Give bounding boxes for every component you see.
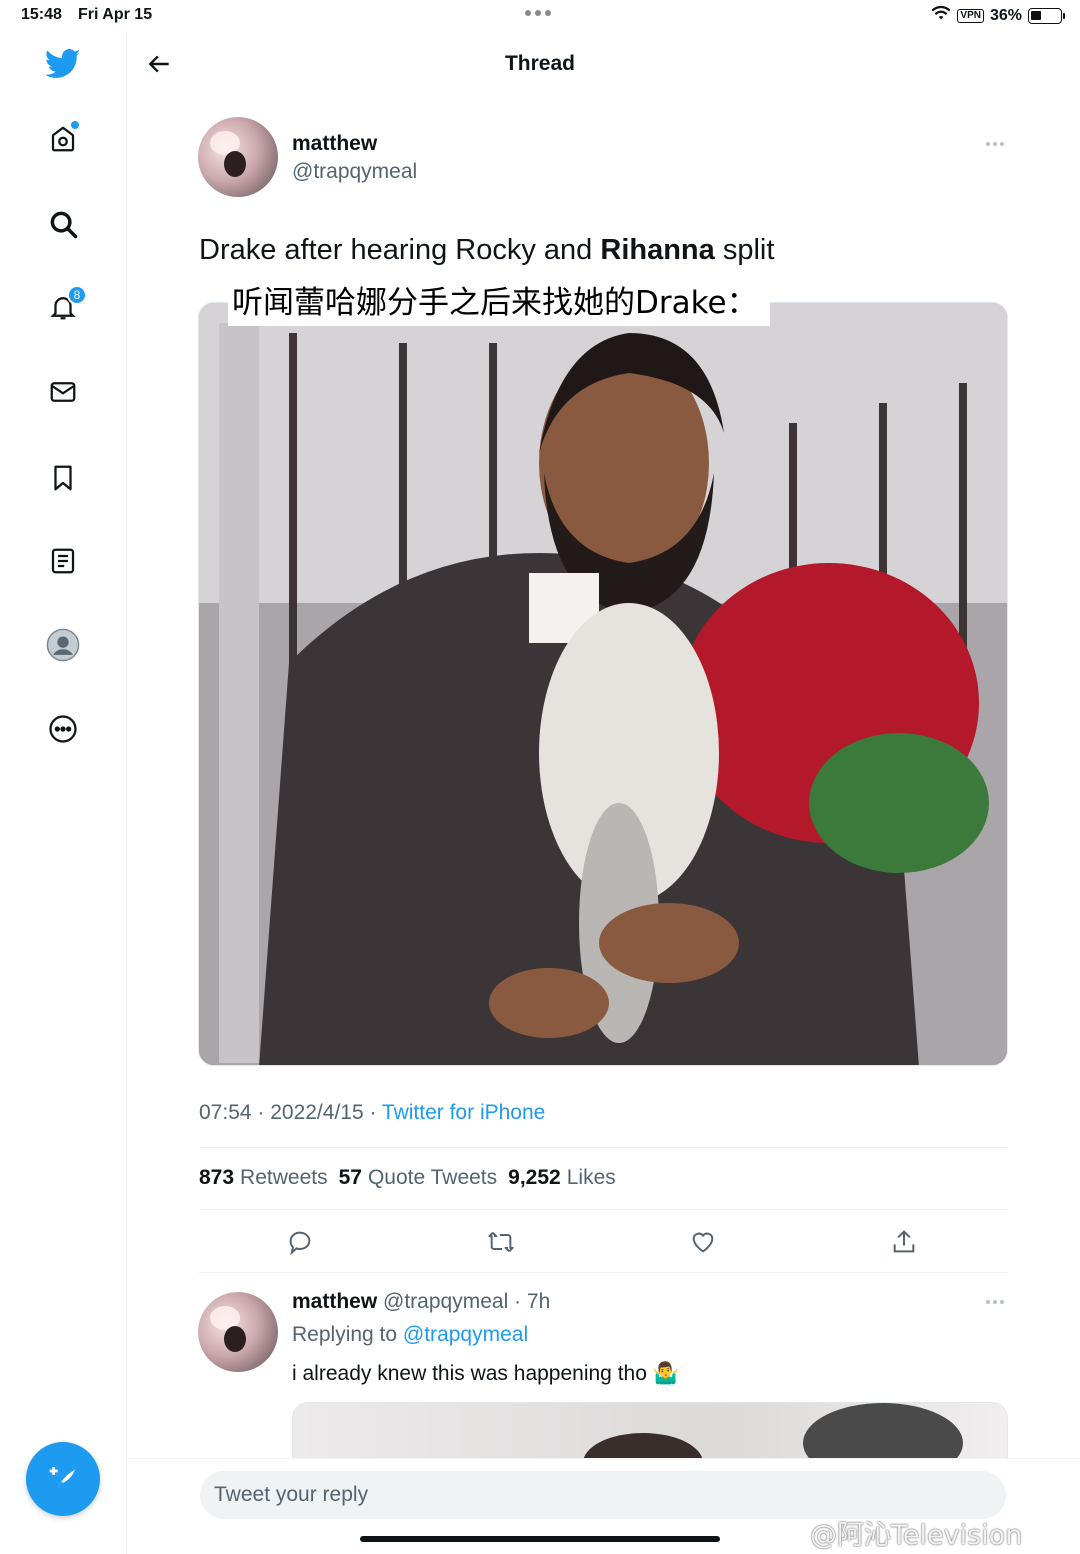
retweet-icon	[488, 1231, 514, 1253]
wifi-icon	[931, 5, 951, 26]
tweet-source-link[interactable]: Twitter for iPhone	[382, 1101, 545, 1124]
retweets-stat[interactable]: 873 Retweets	[199, 1166, 328, 1190]
feather-plus-icon	[49, 1467, 75, 1490]
nav-home-icon[interactable]	[43, 119, 83, 159]
battery-icon	[1028, 7, 1065, 24]
heart-icon	[692, 1232, 714, 1253]
author-avatar[interactable]	[198, 117, 278, 197]
sidebar: 8	[0, 32, 127, 1554]
share-icon	[893, 1230, 915, 1253]
like-button[interactable]	[687, 1226, 719, 1258]
status-bar: 15:48 Fri Apr 15 VPN 36%	[0, 0, 1080, 32]
reply-button[interactable]	[284, 1226, 316, 1258]
tweet-more-icon[interactable]	[986, 140, 1010, 148]
nav-bookmarks-icon[interactable]	[43, 458, 83, 498]
divider	[199, 1272, 1008, 1273]
replying-to-handle-link[interactable]: @trapqymeal	[403, 1323, 528, 1346]
home-unread-dot	[71, 121, 79, 129]
reply-author[interactable]: matthew @trapqymeal · 7h	[292, 1290, 550, 1314]
author-name[interactable]: matthew	[292, 132, 377, 156]
watermark: @阿沁Television	[810, 1520, 1023, 1551]
reply-input[interactable]	[200, 1471, 1006, 1519]
nav-lists-icon[interactable]	[43, 541, 83, 581]
tweet-timestamp: 07:54 · 2022/4/15 ·	[199, 1101, 382, 1124]
tweet-photo[interactable]	[198, 302, 1008, 1066]
likes-stat[interactable]: 9,252 Likes	[508, 1166, 616, 1190]
nav-notifications-icon[interactable]: 8	[43, 285, 87, 327]
compose-tweet-button[interactable]	[26, 1442, 100, 1516]
nav-profile-avatar-icon[interactable]	[43, 625, 83, 665]
nav-more-icon[interactable]	[43, 709, 83, 749]
status-date: Fri Apr 15	[78, 6, 153, 23]
image-caption: 听闻蕾哈娜分手之后来找她的Drake：	[228, 275, 770, 326]
nav-messages-icon[interactable]	[43, 372, 83, 412]
reply-more-icon[interactable]	[986, 1298, 1010, 1306]
tweet-meta: 07:54 · 2022/4/15 · Twitter for iPhone	[199, 1101, 545, 1125]
tweet-stats: 873 Retweets 57 Quote Tweets 9,252 Likes	[199, 1166, 616, 1190]
photo-content	[199, 303, 1007, 1065]
notifications-badge: 8	[67, 285, 87, 305]
share-button[interactable]	[888, 1226, 920, 1258]
replying-to: Replying to @trapqymeal	[292, 1323, 529, 1346]
battery-percent: 36%	[989, 6, 1022, 24]
page-title: Thread	[504, 52, 575, 75]
retweet-button[interactable]	[485, 1226, 517, 1258]
divider	[199, 1209, 1008, 1210]
status-time: 15:48	[21, 6, 62, 23]
nav-search-icon[interactable]	[43, 204, 83, 244]
author-handle[interactable]: @trapqymeal	[292, 160, 417, 184]
tweet-text: Drake after hearing Rocky and Rihanna sp…	[199, 234, 775, 266]
quote-tweets-stat[interactable]: 57 Quote Tweets	[339, 1166, 498, 1190]
comment-icon	[289, 1231, 311, 1256]
divider	[199, 1147, 1008, 1148]
home-indicator[interactable]	[360, 1536, 720, 1542]
reply-text: i already knew this was happening tho 🤷‍…	[292, 1362, 679, 1385]
reply-author-avatar[interactable]	[198, 1292, 278, 1372]
multitasking-dots-icon[interactable]	[525, 10, 551, 16]
vpn-badge: VPN	[957, 8, 984, 23]
